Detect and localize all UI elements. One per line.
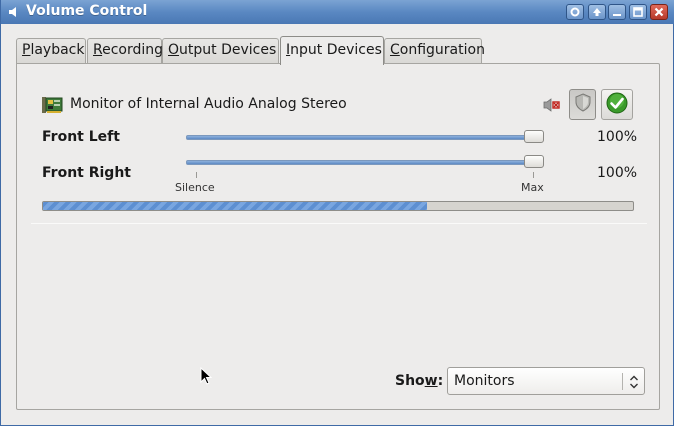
input-devices-panel	[16, 63, 660, 410]
scale-label-silence: Silence	[175, 181, 215, 194]
window-title: Volume Control	[26, 3, 148, 19]
separator	[31, 223, 647, 224]
channel-label-front-left: Front Left	[42, 129, 120, 145]
tab-output-devices[interactable]: Output Devices	[162, 38, 279, 64]
show-select[interactable]: Monitors	[447, 367, 645, 395]
slider-front-right[interactable]	[186, 160, 543, 165]
checkmark-icon	[606, 92, 628, 118]
channel-value-front-right: 100%	[597, 165, 638, 181]
shield-icon	[575, 93, 591, 116]
title-bar[interactable]: Volume Control	[1, 0, 674, 24]
tab-input-devices[interactable]: Input Devices	[280, 36, 384, 65]
slider-handle-front-right[interactable]	[524, 155, 544, 168]
close-icon[interactable]	[650, 4, 668, 20]
menu-icon[interactable]	[566, 4, 584, 20]
slider-handle-front-left[interactable]	[524, 130, 544, 143]
scale-tick-max	[533, 172, 534, 178]
scale-tick-min	[196, 172, 197, 178]
tab-playback[interactable]: Playback	[16, 38, 86, 64]
app-icon[interactable]	[7, 5, 19, 19]
slider-front-left[interactable]	[186, 135, 543, 140]
level-meter	[42, 201, 634, 211]
lock-channels-button[interactable]	[569, 89, 596, 120]
volume-control-window: Volume Control Playback Recording Output…	[0, 0, 674, 426]
channel-label-front-right: Front Right	[42, 165, 131, 181]
show-label: Show:	[395, 373, 444, 389]
updown-arrows-icon	[629, 374, 639, 394]
channel-value-front-left: 100%	[597, 129, 638, 145]
set-default-button[interactable]	[601, 89, 633, 120]
speaker-muted-icon	[543, 97, 561, 113]
shade-icon[interactable]	[588, 4, 606, 20]
show-select-value: Monitors	[454, 373, 515, 389]
device-name: Monitor of Internal Audio Analog Stereo	[70, 96, 347, 112]
minimize-icon[interactable]	[608, 4, 626, 20]
maximize-icon[interactable]	[629, 4, 647, 20]
combo-divider	[622, 373, 623, 390]
mouse-cursor-icon	[200, 366, 213, 389]
tab-recording[interactable]: Recording	[87, 38, 163, 64]
sound-card-icon	[41, 95, 63, 115]
level-meter-fill	[43, 202, 427, 210]
tab-configuration[interactable]: Configuration	[384, 38, 485, 64]
scale-label-max: Max	[521, 181, 544, 194]
